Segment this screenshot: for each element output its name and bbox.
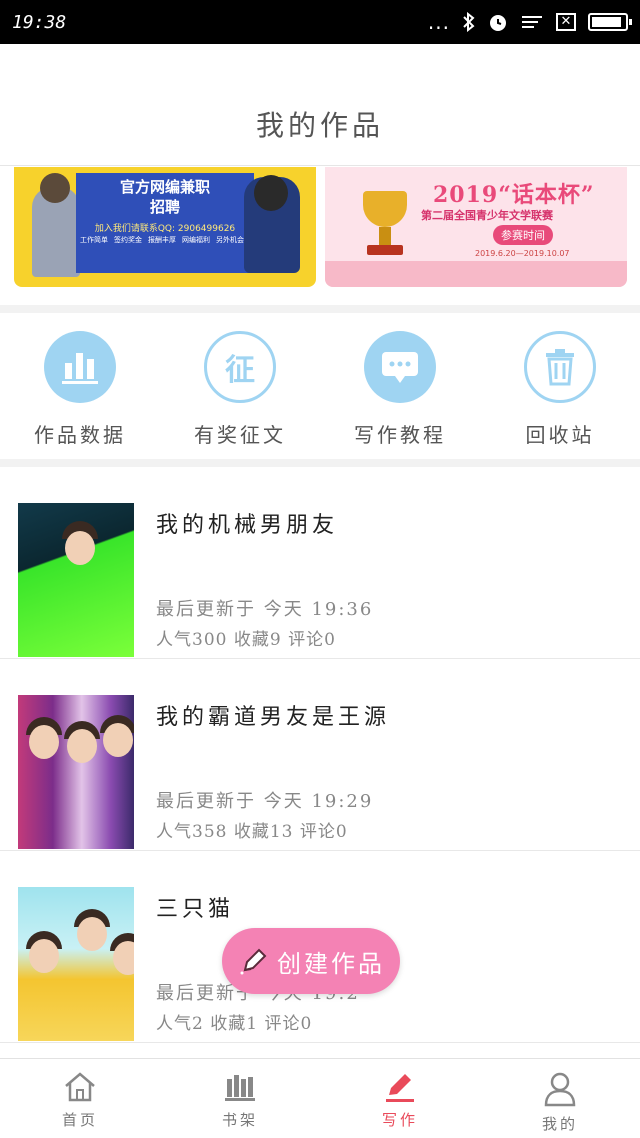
page-title: 我的作品 <box>255 109 384 142</box>
contest-icon: 征 <box>204 331 276 403</box>
quick-action-label: 有奖征文 <box>194 423 286 447</box>
recruit-qq: 加入我们请联系QQ: 2906499626 <box>94 224 236 234</box>
work-updated: 最后更新于 今天 19:36 <box>156 599 374 620</box>
quick-action-label: 写作教程 <box>354 423 446 447</box>
recruit-title-line2: 招聘 <box>149 198 180 216</box>
trophy-icon <box>355 191 415 261</box>
alarm-icon <box>490 15 506 31</box>
create-work-button[interactable]: 创建作品 <box>222 928 400 994</box>
section-divider <box>0 305 640 313</box>
quick-action-label: 作品数据 <box>34 423 126 447</box>
section-divider <box>0 459 640 467</box>
contest-glyph: 征 <box>225 353 255 388</box>
recruit-tag: 签约奖金 <box>114 236 142 244</box>
bottom-tab-bar: 首页 书架 写作 我的 <box>0 1058 640 1138</box>
tab-label: 写作 <box>381 1111 418 1129</box>
work-cover <box>18 695 134 849</box>
user-icon <box>544 1072 576 1107</box>
recruit-tags: 工作简单 签约奖金 报酬丰厚 网编福利 另外机会 <box>80 235 250 245</box>
recruit-tag: 工作简单 <box>80 236 108 244</box>
tab-home[interactable]: 首页 <box>0 1059 160 1138</box>
bookshelf-icon <box>225 1075 255 1101</box>
recruit-tag: 报酬丰厚 <box>148 236 176 244</box>
quick-actions: 作品数据 征 有奖征文 写作教程 回收站 <box>0 313 640 459</box>
contest-year: 2019“话本杯” <box>433 182 595 208</box>
trash-icon <box>524 331 596 403</box>
contest-banner[interactable]: 2019“话本杯” 第二届全国青少年文学联赛 参赛时间 2019.6.20—20… <box>325 167 627 287</box>
contest-time-badge: 参赛时间 <box>493 225 553 245</box>
work-stats: 人气358 收藏13 评论0 <box>156 822 348 842</box>
tab-write[interactable]: 写作 <box>320 1059 480 1138</box>
quick-action-label: 回收站 <box>525 423 595 447</box>
quick-action-tutorial[interactable]: 写作教程 <box>320 313 480 459</box>
work-updated: 最后更新于 今天 19:29 <box>156 791 374 812</box>
recruit-title: 官方网编兼职 招聘 <box>76 177 254 217</box>
banner-stripe <box>325 261 627 287</box>
battery-icon <box>588 13 632 31</box>
work-title: 我的霸道男友是王源 <box>156 705 391 730</box>
tab-me[interactable]: 我的 <box>480 1059 640 1138</box>
work-title: 我的机械男朋友 <box>156 513 339 538</box>
banner-carousel[interactable]: 官方网编兼职 招聘 加入我们请联系QQ: 2906499626 工作简单 签约奖… <box>0 167 640 305</box>
work-stats: 人气2 收藏1 评论0 <box>156 1014 313 1034</box>
tab-label: 首页 <box>61 1111 98 1129</box>
quick-action-contest[interactable]: 征 有奖征文 <box>160 313 320 459</box>
close-box-icon: ✕ <box>556 13 576 31</box>
recruit-tag: 网编福利 <box>182 236 210 244</box>
chart-bars-icon <box>44 331 116 403</box>
tab-label: 书架 <box>221 1111 258 1129</box>
more-dots: ... <box>427 10 450 34</box>
list-item[interactable]: 我的霸道男友是王源 最后更新于 今天 19:29 人气358 收藏13 评论0 <box>0 659 640 851</box>
quick-action-recycle[interactable]: 回收站 <box>480 313 640 459</box>
recruit-tag: 另外机会 <box>216 236 244 244</box>
contest-subtitle: 第二届全国青少年文学联赛 <box>421 209 553 222</box>
contest-dates: 2019.6.20—2019.10.07 <box>475 249 570 258</box>
status-time: 19:38 <box>12 11 67 33</box>
header: 我的作品 <box>0 44 640 166</box>
tab-label: 我的 <box>541 1115 578 1133</box>
chat-bubble-icon <box>364 331 436 403</box>
recruit-title-line1: 官方网编兼职 <box>119 178 210 196</box>
home-icon <box>65 1072 95 1102</box>
status-bar: 19:38 ... ✕ <box>0 0 640 44</box>
battery-fill <box>592 17 621 27</box>
pen-icon <box>386 1074 414 1102</box>
work-title: 三只猫 <box>156 897 235 922</box>
signal-icon <box>522 16 542 28</box>
work-cover <box>18 503 134 657</box>
status-icons: ... ✕ <box>427 10 632 34</box>
illustration-person <box>32 173 80 277</box>
create-work-label: 创建作品 <box>277 949 385 978</box>
recruit-banner[interactable]: 官方网编兼职 招聘 加入我们请联系QQ: 2906499626 工作简单 签约奖… <box>14 167 316 287</box>
work-stats: 人气300 收藏9 评论0 <box>156 630 336 650</box>
tab-bookshelf[interactable]: 书架 <box>160 1059 320 1138</box>
pencil-icon <box>240 948 267 975</box>
work-cover <box>18 887 134 1041</box>
quick-action-stats[interactable]: 作品数据 <box>0 313 160 459</box>
bluetooth-icon <box>463 12 475 32</box>
list-item[interactable]: 我的机械男朋友 最后更新于 今天 19:36 人气300 收藏9 评论0 <box>0 467 640 659</box>
